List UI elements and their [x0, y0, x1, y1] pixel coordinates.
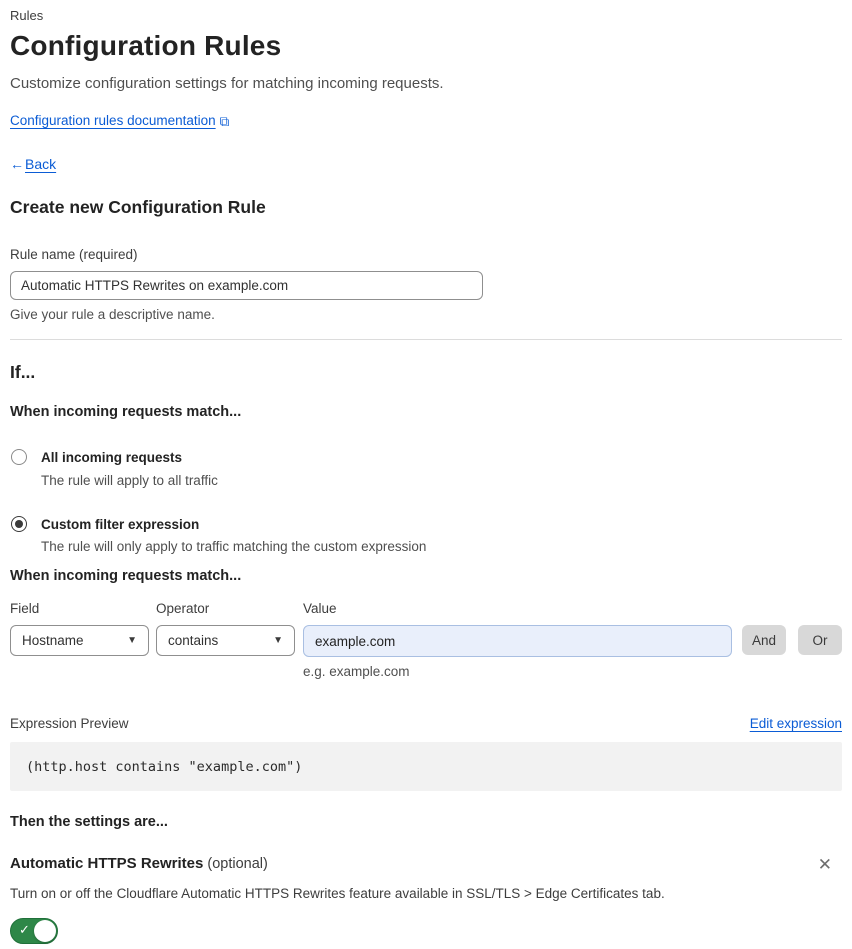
then-settings-heading: Then the settings are...: [10, 814, 168, 831]
operator-column: Operator contains ▼: [156, 601, 295, 657]
operator-select[interactable]: contains ▼: [156, 625, 295, 657]
field-select[interactable]: Hostname ▼: [10, 625, 149, 657]
doc-link-row: Configuration rules documentation ⧉: [10, 113, 842, 130]
rule-name-helper: Give your rule a descriptive name.: [10, 307, 215, 322]
create-rule-heading: Create new Configuration Rule: [10, 197, 266, 217]
https-rewrites-toggle[interactable]: ✓: [10, 918, 58, 945]
expression-code: (http.host contains "example.com"): [26, 758, 303, 775]
close-icon[interactable]: ✕: [814, 855, 836, 876]
setting-name: Automatic HTTPS Rewrites: [10, 855, 204, 873]
if-heading: If...: [10, 362, 36, 382]
or-button[interactable]: Or: [798, 625, 842, 656]
breadcrumb: Rules: [10, 8, 44, 23]
setting-header: Automatic HTTPS Rewrites (optional) ✕: [10, 855, 842, 876]
expression-preview-row: Expression Preview Edit expression: [10, 716, 842, 731]
radio-option-label[interactable]: All incoming requests: [41, 448, 218, 468]
setting-description: Turn on or off the Cloudflare Automatic …: [10, 886, 665, 902]
back-arrow-icon: ←: [10, 156, 24, 172]
page-description: Customize configuration settings for mat…: [10, 75, 444, 92]
radio-option-custom-filter[interactable]: Custom filter expression The rule will o…: [10, 515, 842, 555]
field-label: Field: [10, 601, 40, 617]
external-link-icon: ⧉: [219, 114, 230, 129]
page-title: Configuration Rules: [10, 30, 282, 61]
section-divider: [10, 339, 842, 340]
documentation-link[interactable]: Configuration rules documentation: [10, 113, 216, 128]
back-link[interactable]: Back: [25, 156, 56, 172]
back-row: ←Back: [10, 156, 842, 172]
match-heading-1: When incoming requests match...: [10, 404, 242, 420]
field-column: Field Hostname ▼: [10, 601, 149, 657]
value-input[interactable]: [303, 625, 732, 658]
value-label: Value: [303, 601, 337, 617]
operator-label: Operator: [156, 601, 210, 617]
chevron-down-icon: ▼: [127, 635, 137, 647]
edit-expression-link[interactable]: Edit expression: [750, 716, 842, 731]
setting-optional-tag: (optional): [203, 856, 268, 873]
field-select-value: Hostname: [22, 633, 84, 649]
radio-option-all-requests[interactable]: All incoming requests The rule will appl…: [10, 448, 842, 488]
radio-option-description: The rule will apply to all traffic: [41, 472, 218, 488]
expression-builder-row: Field Hostname ▼ Operator contains ▼ Val…: [10, 601, 842, 679]
check-icon: ✓: [19, 923, 30, 939]
value-helper: e.g. example.com: [303, 664, 410, 680]
radio-option-label[interactable]: Custom filter expression: [41, 515, 426, 535]
operator-select-value: contains: [168, 633, 219, 649]
and-button[interactable]: And: [742, 625, 786, 656]
value-column: Value e.g. example.com: [303, 601, 732, 679]
toggle-knob[interactable]: [34, 920, 56, 943]
expression-code-block: (http.host contains "example.com"): [10, 742, 842, 792]
radio-button-selected[interactable]: [11, 515, 27, 532]
rule-name-input[interactable]: [10, 271, 483, 300]
chevron-down-icon: ▼: [273, 635, 283, 647]
rule-name-label: Rule name (required): [10, 247, 138, 262]
radio-button-unselected[interactable]: [11, 449, 27, 465]
expression-preview-label: Expression Preview: [10, 716, 129, 732]
radio-option-description: The rule will only apply to traffic matc…: [41, 539, 427, 555]
match-heading-2: When incoming requests match...: [10, 568, 242, 585]
